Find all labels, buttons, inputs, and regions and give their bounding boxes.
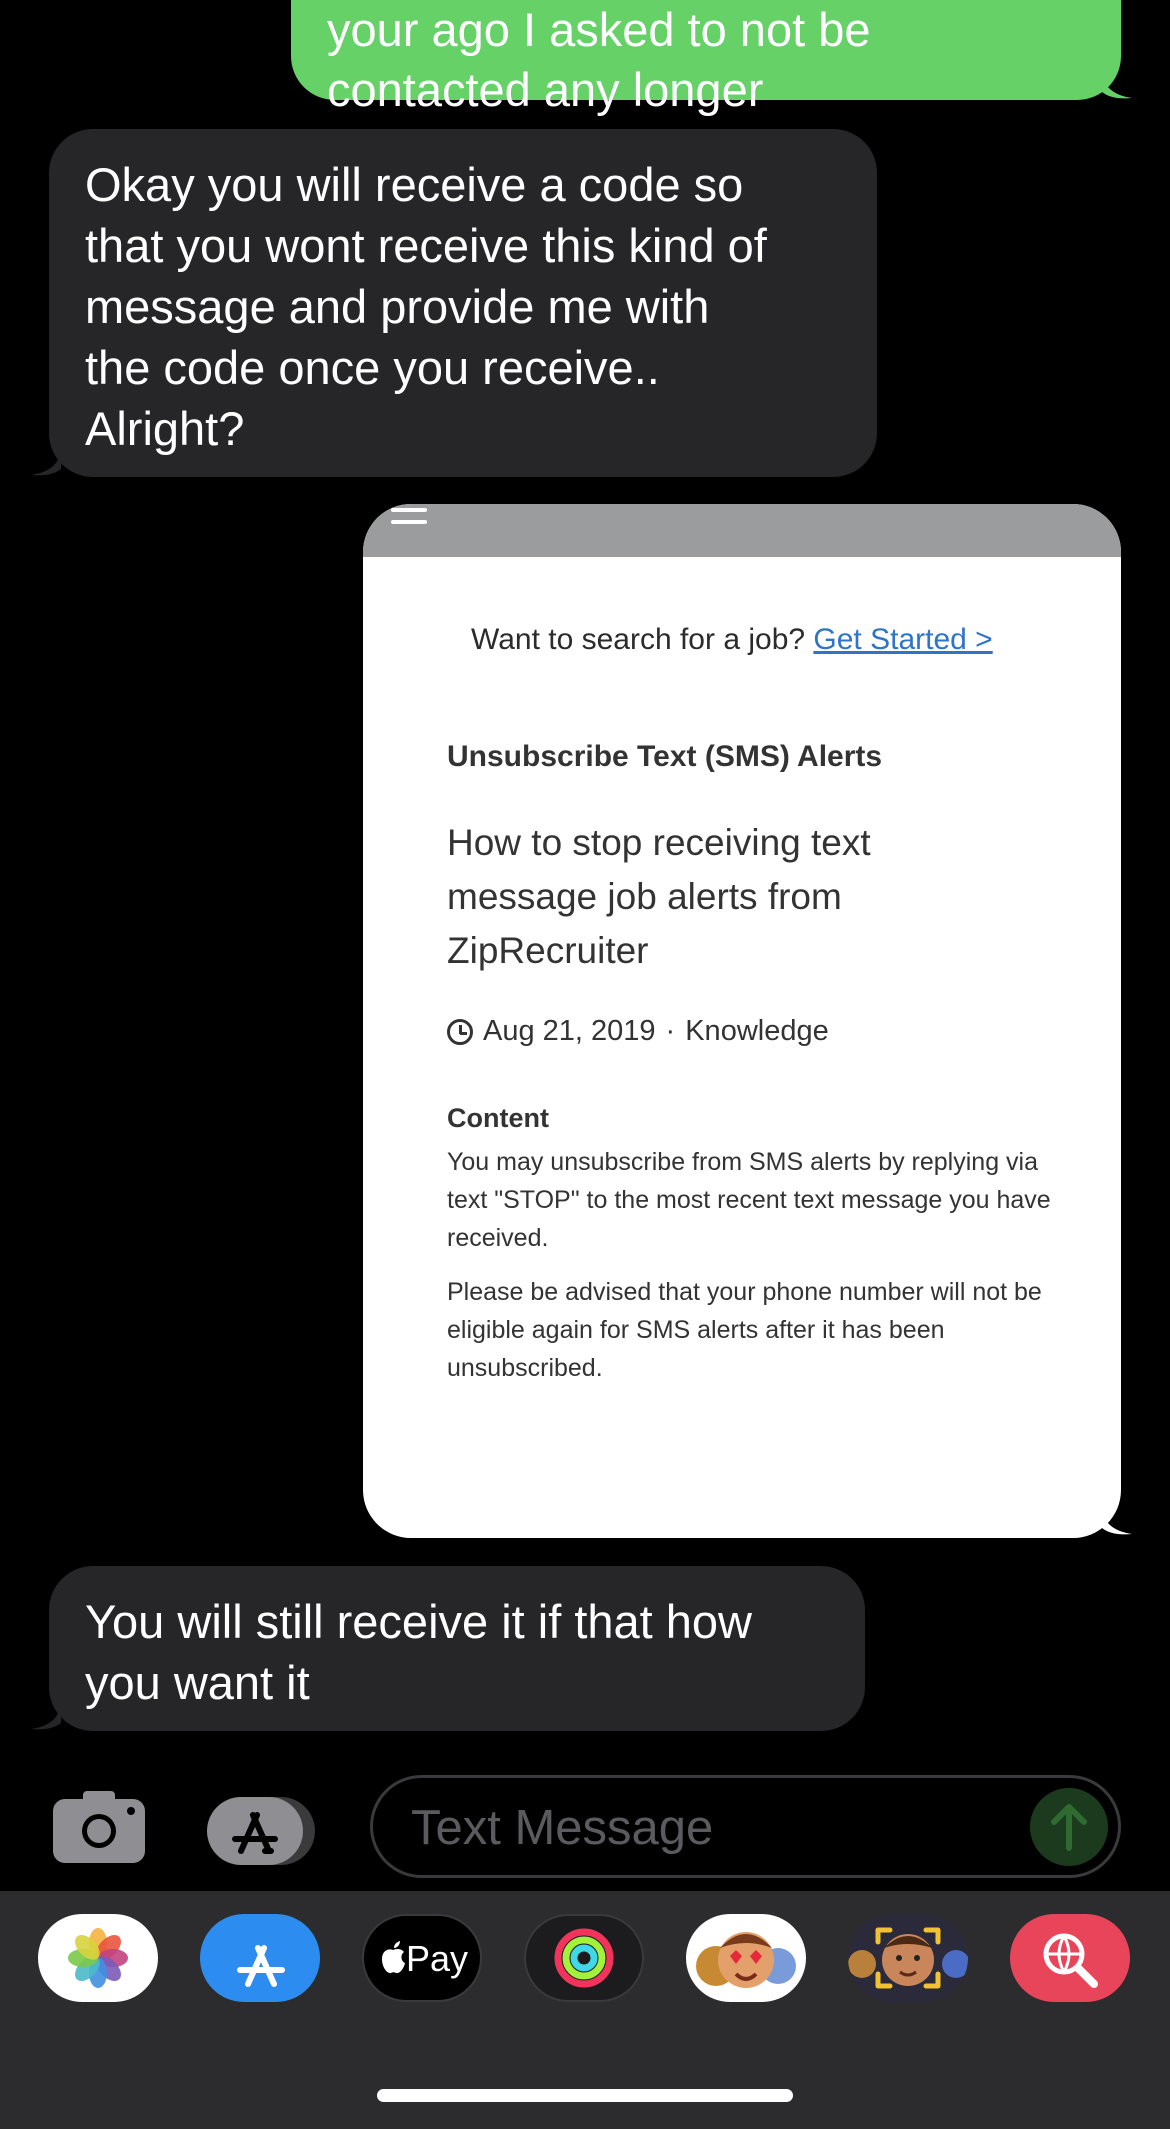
content-label: Content <box>447 1103 549 1133</box>
activity-rings-icon <box>554 1928 614 1988</box>
clock-icon <box>447 1018 473 1045</box>
article-date: Aug 21, 2019 <box>483 1015 656 1047</box>
message-input[interactable]: Text Message <box>370 1775 1121 1878</box>
apps-button[interactable] <box>207 1797 319 1865</box>
activity-app-button[interactable] <box>524 1914 644 2002</box>
menu-icon <box>391 508 427 528</box>
message-text: You will still receive it if that how yo… <box>85 1595 752 1709</box>
incoming-message[interactable]: Okay you will receive a code so that you… <box>49 129 877 477</box>
app-store-app-button[interactable] <box>200 1914 320 2002</box>
content-paragraph: Please be advised that your phone number… <box>447 1278 1042 1382</box>
app-store-icon <box>237 1945 285 1987</box>
memoji-app-button[interactable] <box>848 1914 968 2002</box>
photos-app-button[interactable] <box>38 1914 158 2002</box>
get-started-link[interactable]: Get Started > <box>813 623 992 656</box>
camera-icon <box>53 1791 145 1863</box>
meta-separator: · <box>665 1015 676 1047</box>
message-text: Okay you will receive a code so that you… <box>85 158 767 455</box>
app-drawer: Pay <box>0 1891 1170 2129</box>
job-search-prompt: Want to search for a job? Get Started > <box>471 623 993 657</box>
apple-pay-label: Pay <box>406 1938 469 1979</box>
send-button[interactable] <box>1030 1788 1108 1866</box>
content-paragraph: You may unsubscribe from SMS alerts by r… <box>447 1148 1051 1252</box>
photos-icon <box>68 1928 128 1988</box>
bubble-tail <box>1102 72 1132 99</box>
arrow-up-icon <box>1051 1804 1087 1851</box>
home-indicator[interactable] <box>377 2089 793 2102</box>
bubble-tail <box>31 1703 61 1730</box>
article-category: Knowledge <box>685 1015 829 1047</box>
article-meta: Aug 21, 2019 · Knowledge <box>447 1015 829 1048</box>
outgoing-message[interactable]: your ago I asked to not be contacted any… <box>291 0 1121 116</box>
section-title: Unsubscribe Text (SMS) Alerts <box>447 740 883 773</box>
memoji-stickers-app-button[interactable] <box>686 1914 806 2002</box>
message-input-placeholder: Text Message <box>411 1801 714 1855</box>
globe-search-icon <box>1043 1933 1098 1988</box>
job-prompt-text: Want to search for a job? <box>471 623 806 656</box>
apple-pay-app-button[interactable]: Pay <box>362 1914 482 2002</box>
apple-logo-icon <box>382 1941 405 1974</box>
image-search-app-button[interactable] <box>1010 1914 1130 2002</box>
shared-screenshot-message[interactable]: Want to search for a job? Get Started > … <box>363 504 1121 1538</box>
camera-button[interactable] <box>53 1789 145 1863</box>
screenshot-header-bar <box>363 504 1121 557</box>
app-store-icon <box>207 1797 315 1865</box>
article-title: How to stop receiving text message job a… <box>447 822 871 971</box>
bubble-tail <box>1102 1508 1132 1535</box>
message-text: your ago I asked to not be contacted any… <box>327 3 871 116</box>
incoming-message[interactable]: You will still receive it if that how yo… <box>49 1566 865 1731</box>
bubble-tail <box>31 449 61 476</box>
memoji-stickers-icon <box>696 1932 796 1988</box>
memoji-icon <box>848 1927 968 1989</box>
